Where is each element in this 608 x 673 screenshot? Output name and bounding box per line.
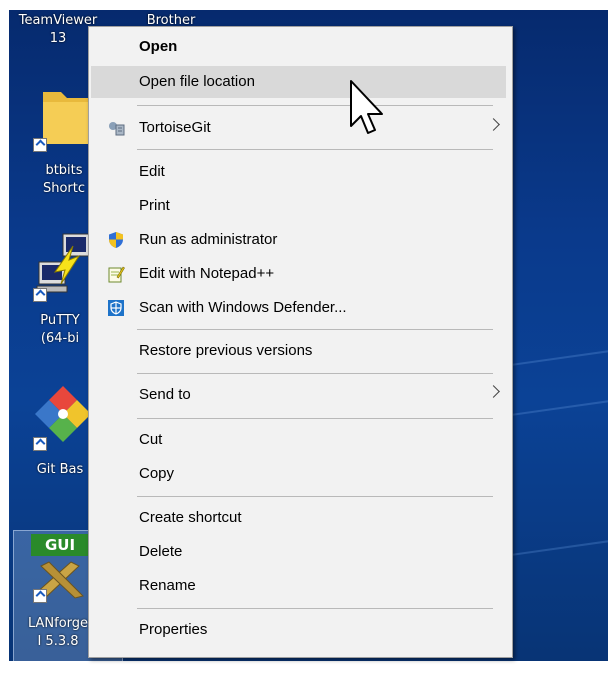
menu-item-label: Rename	[139, 577, 196, 594]
menu-item-delete[interactable]: Delete	[91, 536, 506, 568]
shortcut-arrow-icon	[33, 138, 47, 152]
windows-defender-icon	[108, 300, 124, 316]
menu-item-label: Open file location	[139, 73, 255, 90]
gui-badge: GUI	[31, 534, 89, 556]
menu-item-run-as-administrator[interactable]: Run as administrator	[91, 224, 506, 256]
menu-item-tortoisegit[interactable]: TortoiseGit	[91, 112, 506, 144]
menu-item-edit-with-notepad[interactable]: Edit with Notepad++	[91, 258, 506, 290]
menu-item-label: Print	[139, 197, 170, 214]
menu-item-restore-previous-versions[interactable]: Restore previous versions	[91, 335, 506, 367]
shortcut-arrow-icon	[33, 437, 47, 451]
menu-item-rename[interactable]: Rename	[91, 570, 506, 602]
menu-separator	[137, 105, 493, 106]
menu-item-send-to[interactable]: Send to	[91, 379, 506, 411]
menu-separator	[137, 608, 493, 609]
chevron-right-icon	[487, 385, 500, 398]
menu-item-label: Scan with Windows Defender...	[139, 299, 347, 316]
menu-item-create-shortcut[interactable]: Create shortcut	[91, 502, 506, 534]
menu-item-properties[interactable]: Properties	[91, 614, 506, 646]
menu-item-copy[interactable]: Copy	[91, 458, 506, 490]
menu-item-label: Create shortcut	[139, 509, 242, 526]
menu-separator	[137, 329, 493, 330]
shortcut-arrow-icon	[33, 589, 47, 603]
tortoisegit-icon	[109, 122, 125, 136]
menu-item-edit[interactable]: Edit	[91, 156, 506, 188]
menu-separator	[137, 149, 493, 150]
menu-item-label: Open	[139, 38, 178, 55]
menu-item-print[interactable]: Print	[91, 190, 506, 222]
menu-item-label: Properties	[139, 621, 208, 638]
menu-item-label: Run as administrator	[139, 231, 278, 248]
uac-shield-icon	[109, 232, 123, 248]
menu-item-label: Copy	[139, 465, 175, 482]
menu-separator	[137, 496, 493, 497]
notepad-plus-plus-icon	[108, 266, 125, 283]
menu-item-label: Edit	[139, 163, 165, 180]
menu-item-label: Restore previous versions	[139, 342, 313, 359]
shortcut-arrow-icon	[33, 288, 47, 302]
menu-item-label: Cut	[139, 431, 163, 448]
menu-item-label: Edit with Notepad++	[139, 265, 275, 282]
menu-separator	[137, 373, 493, 374]
menu-item-label: TortoiseGit	[139, 119, 211, 136]
menu-item-open-file-location[interactable]: Open file location	[91, 66, 506, 98]
menu-separator	[137, 418, 493, 419]
mouse-pointer-icon	[350, 80, 383, 134]
menu-item-cut[interactable]: Cut	[91, 424, 506, 456]
menu-item-label: Send to	[139, 386, 191, 403]
menu-item-scan-with-windows-defender[interactable]: Scan with Windows Defender...	[91, 292, 506, 324]
menu-item-open[interactable]: Open	[91, 31, 506, 63]
menu-item-label: Delete	[139, 543, 183, 560]
chevron-right-icon	[487, 118, 500, 131]
context-menu: Open Open file location TortoiseGit Edit…	[88, 26, 513, 658]
